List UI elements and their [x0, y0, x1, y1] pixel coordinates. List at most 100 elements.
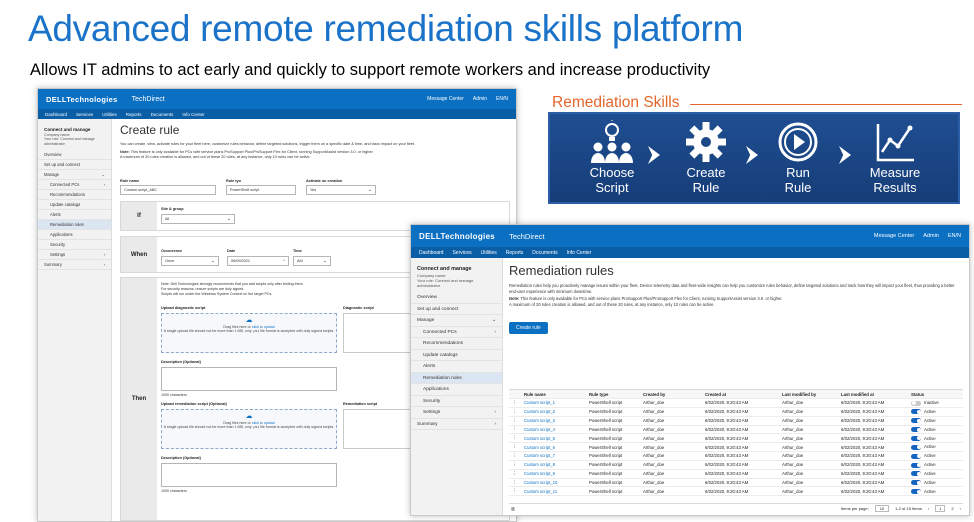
status-toggle[interactable]: [911, 444, 921, 450]
table-row[interactable]: ⋮ Custom script_11 PowerShell script Arthur…: [509, 487, 963, 497]
table-row[interactable]: ⋮ Custom script_1 PowerShell script Arthur_…: [509, 399, 963, 408]
status-toggle[interactable]: [911, 471, 921, 477]
language-menu[interactable]: EN/N: [948, 233, 961, 239]
sidebar-item-summary[interactable]: Summary ›: [411, 419, 502, 430]
nav-dashboard[interactable]: Dashboard: [45, 112, 67, 117]
sidebar-item-recommendations[interactable]: Recommendations: [38, 190, 111, 201]
row-menu-icon[interactable]: ⋮: [509, 480, 521, 486]
col-header[interactable]: Last modified by: [779, 392, 838, 397]
grid-icon[interactable]: ▥: [511, 506, 515, 511]
status-toggle[interactable]: [911, 453, 921, 459]
occurrence-select[interactable]: Once ⌄: [161, 256, 219, 266]
status-toggle[interactable]: [911, 409, 921, 415]
sidebar-item-set-up-and-connect[interactable]: Set up and connect: [411, 304, 502, 315]
status-toggle[interactable]: [911, 400, 921, 406]
status-toggle[interactable]: [911, 427, 921, 433]
col-header[interactable]: Rule type: [586, 392, 640, 397]
sidebar-item-remediation-rules[interactable]: Remediation rules: [411, 372, 502, 384]
table-row[interactable]: ⋮ Custom script_10 PowerShell script Arthur…: [509, 479, 963, 488]
sidebar-item-overview[interactable]: Overview: [411, 292, 502, 304]
sidebar-item-connected-pcs[interactable]: Connected PCs ›: [411, 327, 502, 338]
next-page-icon[interactable]: ›: [960, 506, 961, 511]
table-row[interactable]: ⋮ Custom script_5 PowerShell script Arthur_…: [509, 434, 963, 444]
sidebar-item-remediation-rules[interactable]: Remediation rules: [38, 220, 111, 231]
status-toggle[interactable]: [911, 418, 921, 424]
description-input[interactable]: [161, 463, 337, 487]
nav-info-center[interactable]: Info Center: [182, 112, 204, 117]
activate-select[interactable]: Yes ⌄: [306, 185, 376, 195]
sidebar-item-manage[interactable]: Manage ⌄: [411, 315, 502, 327]
sidebar-item-recommendations[interactable]: Recommendations: [411, 338, 502, 350]
nav-reports[interactable]: Reports: [506, 250, 524, 256]
table-row[interactable]: ⋮ Custom script_2 PowerShell script Arthur_…: [509, 408, 963, 417]
language-menu[interactable]: EN/N: [496, 96, 508, 102]
rule-name-link[interactable]: Custom script_4: [521, 427, 586, 432]
create-rule-button[interactable]: Create rule: [509, 322, 548, 335]
sidebar-item-security[interactable]: Security: [411, 396, 502, 407]
rule-name-link[interactable]: Custom script_8: [521, 462, 586, 467]
table-row[interactable]: ⋮ Custom script_8 PowerShell script Arthur_…: [509, 461, 963, 470]
row-menu-icon[interactable]: ⋮: [509, 400, 521, 406]
rule-name-link[interactable]: Custom script_5: [521, 436, 586, 441]
sidebar-item-settings[interactable]: Settings ›: [38, 250, 111, 261]
nav-info-center[interactable]: Info Center: [567, 250, 592, 256]
date-input[interactable]: 06/09/2021 ▫: [227, 256, 289, 266]
admin-menu[interactable]: Admin: [473, 96, 487, 102]
nav-services[interactable]: Services: [76, 112, 93, 117]
row-menu-icon[interactable]: ⋮: [509, 462, 521, 468]
table-row[interactable]: ⋮ Custom script_9 PowerShell script Arthur_…: [509, 470, 963, 479]
sidebar-item-applications[interactable]: Applications: [38, 230, 111, 241]
sidebar-item-overview[interactable]: Overview: [38, 150, 111, 161]
message-center-link[interactable]: Message Center: [874, 233, 914, 239]
status-toggle[interactable]: [911, 435, 921, 441]
table-row[interactable]: ⋮ Custom script_7 PowerShell script Arthur_…: [509, 452, 963, 461]
time-select[interactable]: AM ⌄: [293, 256, 331, 266]
prev-page-icon[interactable]: ‹: [928, 506, 929, 511]
row-menu-icon[interactable]: ⋮: [509, 418, 521, 424]
site-group-select[interactable]: All ⌄: [161, 214, 235, 224]
rule-name-input[interactable]: Custom script_ABC: [120, 185, 216, 195]
nav-utilities[interactable]: Utilities: [102, 112, 117, 117]
sidebar-item-security[interactable]: Security: [38, 240, 111, 251]
row-menu-icon[interactable]: ⋮: [509, 435, 521, 441]
rule-name-link[interactable]: Custom script_6: [521, 445, 586, 450]
nav-services[interactable]: Services: [452, 250, 471, 256]
sidebar-item-update-catalogs[interactable]: Update catalogs: [411, 350, 502, 361]
row-menu-icon[interactable]: ⋮: [509, 453, 521, 459]
sidebar-item-settings[interactable]: Settings ›: [411, 407, 502, 419]
table-row[interactable]: ⋮ Custom script_4 PowerShell script Arthur_…: [509, 426, 963, 435]
items-per-page-select[interactable]: 10: [874, 505, 890, 512]
row-menu-icon[interactable]: ⋮: [509, 426, 521, 432]
sidebar-item-summary[interactable]: Summary ›: [38, 260, 111, 271]
col-header[interactable]: Last modified at: [838, 392, 908, 397]
rule-name-link[interactable]: Custom script_2: [521, 409, 586, 414]
status-toggle[interactable]: [911, 462, 921, 468]
description-input[interactable]: [161, 367, 337, 391]
status-toggle[interactable]: [911, 480, 921, 486]
rule-name-link[interactable]: Custom script_9: [521, 471, 586, 476]
page-number[interactable]: 1: [935, 505, 946, 512]
sidebar-item-alerts[interactable]: Alerts: [38, 210, 111, 221]
status-toggle[interactable]: [911, 489, 921, 495]
rule-name-link[interactable]: Custom script_10: [521, 480, 586, 485]
nav-reports[interactable]: Reports: [126, 112, 142, 117]
rem-dropzone[interactable]: ☁ Drag files here or click to upload A s…: [161, 409, 337, 449]
diag-dropzone[interactable]: ☁ Drag files here or click to upload A s…: [161, 313, 337, 353]
col-header[interactable]: Status: [908, 392, 963, 397]
rule-name-link[interactable]: Custom script_3: [521, 418, 586, 423]
rule-name-link[interactable]: Custom script_7: [521, 453, 586, 458]
nav-documents[interactable]: Documents: [532, 250, 557, 256]
nav-dashboard[interactable]: Dashboard: [419, 250, 443, 256]
rule-name-link[interactable]: Custom script_1: [521, 400, 586, 405]
sidebar-item-update-catalogs[interactable]: Update catalogs: [38, 200, 111, 211]
nav-documents[interactable]: Documents: [151, 112, 174, 117]
col-header[interactable]: Created by: [640, 392, 702, 397]
row-menu-icon[interactable]: ⋮: [509, 444, 521, 450]
table-row[interactable]: ⋮ Custom script_3 PowerShell script Arthur_…: [509, 417, 963, 426]
sidebar-item-set-up-and-connect[interactable]: Set up and connect: [38, 160, 111, 171]
sidebar-item-connected-pcs[interactable]: Connected PCs ›: [38, 180, 111, 191]
row-menu-icon[interactable]: ⋮: [509, 471, 521, 477]
sidebar-item-alerts[interactable]: Alerts: [411, 361, 502, 373]
row-menu-icon[interactable]: ⋮: [509, 409, 521, 415]
rule-name-link[interactable]: Custom script_11: [521, 489, 586, 494]
